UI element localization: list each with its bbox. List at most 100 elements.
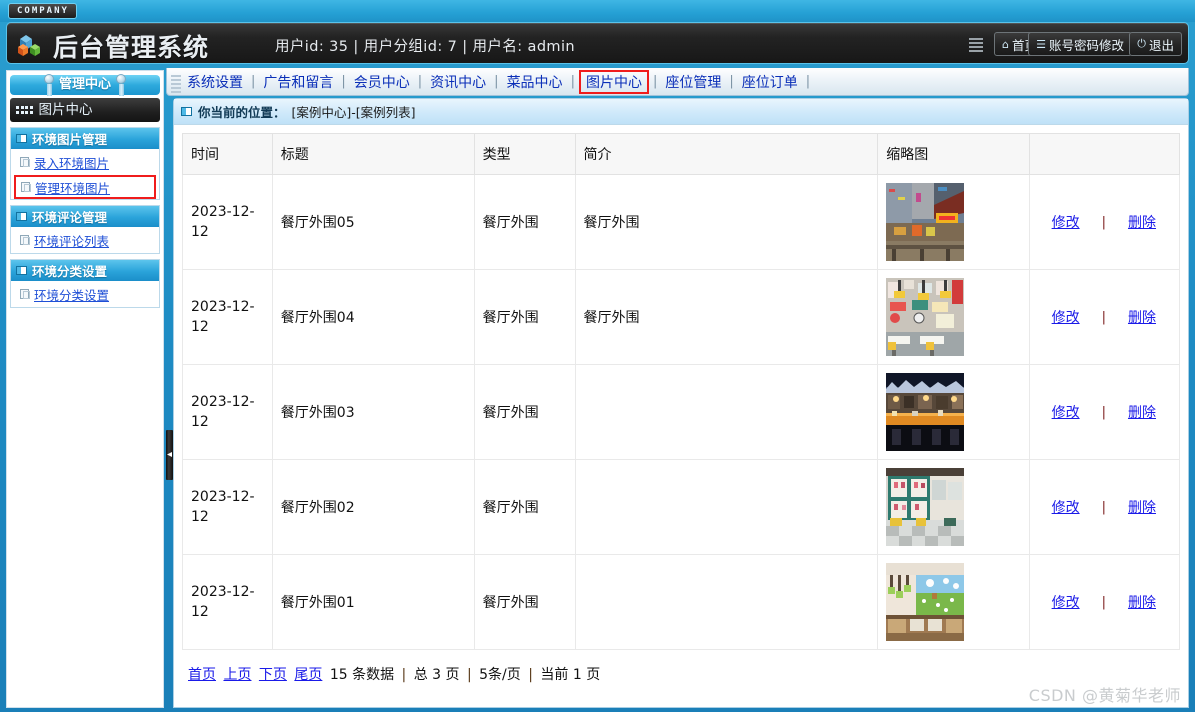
breadcrumb: 你当前的位置： [案例中心]-[案例列表] [174,99,1188,125]
action-separator: | [1101,499,1106,515]
home-icon: ⌂ [1002,37,1009,51]
sidebar-item-environment-comment-list[interactable]: 环境评论列表 [11,227,159,253]
watermark: CSDN @黄菊华老师 [1028,686,1181,705]
edit-link[interactable]: 修改 [1052,402,1080,422]
delete-link[interactable]: 删除 [1128,307,1156,327]
sidebar-group-label: 环境图片管理 [32,132,108,147]
window-icon [16,266,27,275]
sidebar-item-label[interactable]: 环境分类设置 [34,285,109,304]
sidebar-group-environment-comments: 环境评论管理 环境评论列表 [10,205,160,254]
pager-next-link[interactable]: 下页 [259,667,287,683]
thumbnail-image[interactable] [886,373,965,451]
nav-item-seat-management[interactable]: 座位管理 [661,71,725,93]
sidebar-item-environment-category-settings[interactable]: 环境分类设置 [11,281,159,307]
page-icon [21,182,31,192]
cell-actions: 修改 | 删除 [1028,554,1181,650]
page-icon [20,157,30,167]
column-header-type: 类型 [473,133,576,175]
sidebar-item-label[interactable]: 环境评论列表 [34,231,109,250]
table-row: 2023-12-12 餐厅外围01 餐厅外围 修改 | 删除 [182,554,1181,650]
page-icon [20,289,30,299]
edit-link[interactable]: 修改 [1052,497,1080,517]
edit-link[interactable]: 修改 [1052,592,1080,612]
thumbnail-image[interactable] [886,563,965,641]
cell-type: 餐厅外围 [473,459,576,555]
thumbnail-image[interactable] [886,183,965,261]
table-header-row: 时间 标题 类型 简介 缩略图 [182,133,1181,175]
nav-item-seat-orders[interactable]: 座位订单 [738,71,802,93]
cell-actions: 修改 | 删除 [1028,269,1181,365]
cell-time: 2023-12-12 [182,269,273,365]
pager-separator: | [401,667,407,683]
cell-intro: 餐厅外围 [574,269,879,365]
sidebar-title-label: 管理中心 [58,77,111,92]
delete-link[interactable]: 删除 [1128,497,1156,517]
delete-link[interactable]: 删除 [1128,212,1156,232]
cell-intro [574,459,879,555]
sidebar-group-environment-images: 环境图片管理 录入环境图片 管理环境图片 [10,127,160,200]
column-header-actions [1028,133,1181,175]
pager-total-pages: 总 3 页 [413,667,460,683]
action-separator: | [1101,309,1106,325]
cell-type: 餐厅外围 [473,554,576,650]
logo-icon [18,35,40,56]
thumbnail-image[interactable] [886,278,965,356]
edit-link[interactable]: 修改 [1052,212,1080,232]
nav-item-dish-center[interactable]: 菜品中心 [503,71,567,93]
window-icon [181,107,192,116]
nav-item-member-center[interactable]: 会员中心 [350,71,414,93]
nav-item-image-center[interactable]: 图片中心 [578,69,649,94]
sidebar-title: 管理中心 [10,74,160,96]
sidebar-item-add-environment-image[interactable]: 录入环境图片 [11,149,159,175]
sidebar-subtitle: 图片中心 [10,98,160,122]
cell-time: 2023-12-12 [182,459,273,555]
cell-thumbnail [877,269,1030,365]
thumbnail-image[interactable] [886,468,965,546]
cell-title: 餐厅外围01 [271,554,475,650]
cell-type: 餐厅外围 [473,269,576,365]
cell-actions: 修改 | 删除 [1028,459,1181,555]
nav-separator: | [341,74,346,89]
pager-total-records: 15 条数据 [329,667,395,683]
page-icon [20,235,30,245]
sidebar-subtitle-label: 图片中心 [38,102,93,118]
pager-prev-link[interactable]: 上页 [223,667,251,683]
column-header-time: 时间 [182,133,273,175]
cell-thumbnail [877,554,1030,650]
delete-link[interactable]: 删除 [1128,592,1156,612]
sidebar-item-label[interactable]: 管理环境图片 [35,178,110,197]
table-row: 2023-12-12 餐厅外围03 餐厅外围 修改 | 删除 [182,364,1181,460]
column-header-title: 标题 [271,133,475,175]
nav-item-ads-messages[interactable]: 广告和留言 [259,71,337,93]
nav-item-system-settings[interactable]: 系统设置 [183,71,247,93]
cell-thumbnail [877,459,1030,555]
logout-button[interactable]: ⏻ 退出 [1129,32,1182,56]
logout-label: 退出 [1148,37,1174,53]
sidebar-item-manage-environment-image[interactable]: 管理环境图片 [14,175,156,199]
panel-splitter-handle[interactable] [166,430,173,480]
edit-link[interactable]: 修改 [1052,307,1080,327]
nav-separator: | [652,74,658,89]
nav-separator: | [494,74,499,89]
cell-type: 餐厅外围 [473,174,576,270]
app-window: COMPANY 后台管理系统 用户id: 35 | 用户分组id: 7 | 用户… [0,0,1195,712]
user-info: 用户id: 35 | 用户分组id: 7 | 用户名: admin [275,39,575,55]
change-password-button[interactable]: ☰ 账号密码修改 [1028,32,1132,56]
pager-current-page: 当前 1 页 [540,667,601,683]
pager-last-link[interactable]: 尾页 [294,667,322,683]
delete-link[interactable]: 删除 [1128,402,1156,422]
sidebar: 管理中心 图片中心 环境图片管理 录入环境图片 管理环境图片 环境评论管理 环境… [6,70,164,708]
nav-separator: | [805,74,811,89]
pager-first-link[interactable]: 首页 [188,667,216,683]
nav-grip-icon [171,74,181,93]
nav-item-news-center[interactable]: 资讯中心 [426,71,490,93]
nav-separator: | [417,74,423,89]
menu-icon[interactable] [969,38,983,52]
cell-time: 2023-12-12 [182,174,273,270]
cell-title: 餐厅外围02 [271,459,475,555]
sidebar-item-label[interactable]: 录入环境图片 [34,153,109,172]
table-row: 2023-12-12 餐厅外围04 餐厅外围 餐厅外围 修改 | 删除 [182,269,1181,365]
pin-icon-right [116,74,126,96]
cell-time: 2023-12-12 [182,554,273,650]
cell-time: 2023-12-12 [182,364,273,460]
